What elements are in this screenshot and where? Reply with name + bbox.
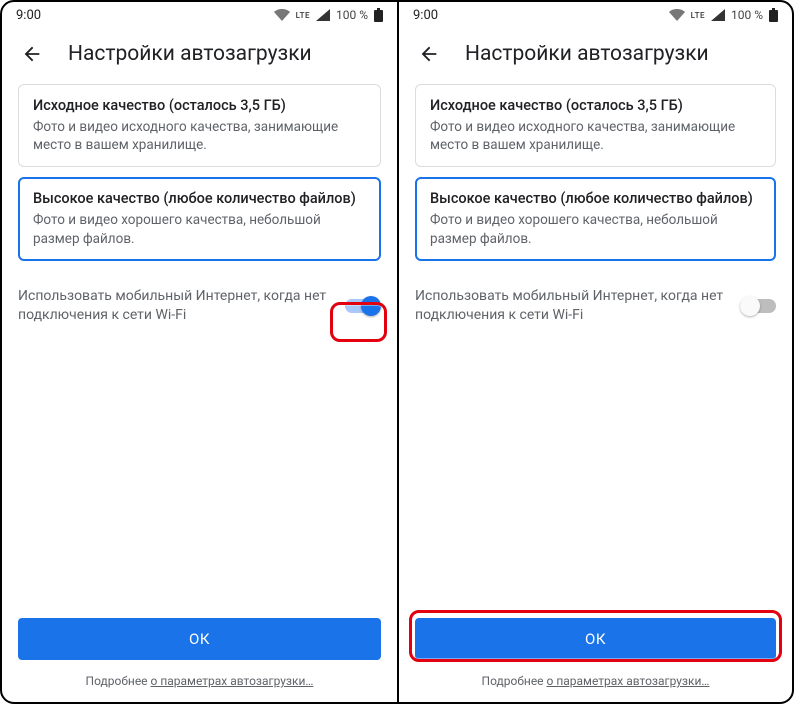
page-title: Настройки автозагрузки xyxy=(68,42,312,66)
option-title: Высокое качество (любое количество файло… xyxy=(33,190,366,207)
option-original-quality[interactable]: Исходное качество (осталось 3,5 ГБ) Фото… xyxy=(415,84,776,167)
lte-label: LTE xyxy=(691,11,705,20)
wifi-icon xyxy=(669,9,685,21)
ok-button[interactable]: ОК xyxy=(415,618,776,660)
option-title: Исходное качество (осталось 3,5 ГБ) xyxy=(430,97,761,114)
option-original-quality[interactable]: Исходное качество (осталось 3,5 ГБ) Фото… xyxy=(18,84,381,167)
toggle-label: Использовать мобильный Интернет, когда н… xyxy=(415,287,730,326)
footer-link[interactable]: Подробнее о параметрах автозагрузки… xyxy=(415,674,776,688)
status-bar: 9:00 LTE 100 % xyxy=(399,2,792,28)
mobile-data-toggle-row: Использовать мобильный Интернет, когда н… xyxy=(18,271,381,326)
status-right: LTE 100 % xyxy=(669,8,778,22)
header: Настройки автозагрузки xyxy=(2,28,397,84)
back-button[interactable] xyxy=(20,42,44,66)
battery-percent: 100 % xyxy=(731,8,763,22)
screen-right: 9:00 LTE 100 % Настройки автозагрузки xyxy=(397,2,792,702)
battery-icon xyxy=(769,8,778,22)
ok-button[interactable]: ОК xyxy=(18,618,381,660)
content: Исходное качество (осталось 3,5 ГБ) Фото… xyxy=(2,84,397,618)
status-time: 9:00 xyxy=(413,8,669,23)
back-button[interactable] xyxy=(417,42,441,66)
option-desc: Фото и видео исходного качества, занимаю… xyxy=(33,118,366,154)
wifi-icon xyxy=(274,9,290,21)
signal-icon xyxy=(711,9,725,21)
battery-percent: 100 % xyxy=(336,8,368,22)
footer: ОК Подробнее о параметрах автозагрузки… xyxy=(2,618,397,702)
more-link-text: о параметрах автозагрузки… xyxy=(151,674,314,688)
option-desc: Фото и видео хорошего качества, небольшо… xyxy=(430,211,761,247)
option-title: Исходное качество (осталось 3,5 ГБ) xyxy=(33,97,366,114)
page-title: Настройки автозагрузки xyxy=(465,42,709,66)
header: Настройки автозагрузки xyxy=(399,28,792,84)
option-desc: Фото и видео хорошего качества, небольшо… xyxy=(33,211,366,247)
signal-icon xyxy=(316,9,330,21)
option-high-quality[interactable]: Высокое качество (любое количество файло… xyxy=(415,177,776,260)
screen-left: 9:00 LTE 100 % Настройки автозагрузки xyxy=(2,2,397,702)
more-prefix: Подробнее xyxy=(86,674,151,688)
mobile-data-switch[interactable] xyxy=(740,296,776,316)
content: Исходное качество (осталось 3,5 ГБ) Фото… xyxy=(399,84,792,618)
footer: ОК Подробнее о параметрах автозагрузки… xyxy=(399,618,792,702)
battery-icon xyxy=(374,8,383,22)
status-bar: 9:00 LTE 100 % xyxy=(2,2,397,28)
lte-label: LTE xyxy=(296,11,310,20)
status-time: 9:00 xyxy=(16,8,274,23)
mobile-data-switch[interactable] xyxy=(345,296,381,316)
toggle-label: Использовать мобильный Интернет, когда н… xyxy=(18,287,335,326)
more-link-text: о параметрах автозагрузки… xyxy=(547,674,710,688)
option-title: Высокое качество (любое количество файло… xyxy=(430,190,761,207)
option-desc: Фото и видео исходного качества, занимаю… xyxy=(430,118,761,154)
status-right: LTE 100 % xyxy=(274,8,383,22)
footer-link[interactable]: Подробнее о параметрах автозагрузки… xyxy=(18,674,381,688)
option-high-quality[interactable]: Высокое качество (любое количество файло… xyxy=(18,177,381,260)
mobile-data-toggle-row: Использовать мобильный Интернет, когда н… xyxy=(415,271,776,326)
more-prefix: Подробнее xyxy=(482,674,547,688)
